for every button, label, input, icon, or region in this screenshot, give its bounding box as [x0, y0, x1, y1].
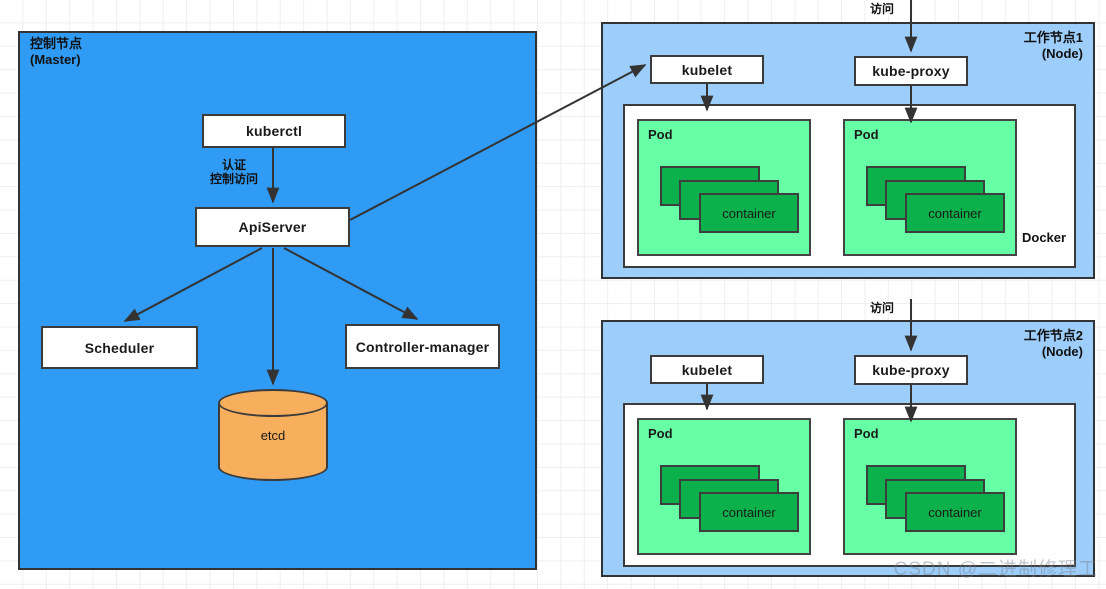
- node2-pod-1[interactable]: Pod container: [637, 418, 811, 555]
- node2-pod-2[interactable]: Pod container: [843, 418, 1017, 555]
- node2-pod-2-label: Pod: [854, 426, 879, 441]
- node1-pod-1[interactable]: Pod container: [637, 119, 811, 256]
- node2-kube-proxy-box[interactable]: kube-proxy: [854, 355, 968, 385]
- master-region-label: 控制节点 (Master): [30, 36, 83, 68]
- master-region: [18, 31, 537, 570]
- node2-pod-2-container-front[interactable]: container: [905, 492, 1005, 532]
- node1-access-label: 访问: [869, 2, 894, 16]
- node1-pod-2[interactable]: Pod container: [843, 119, 1017, 256]
- scheduler-box[interactable]: Scheduler: [41, 326, 198, 369]
- worker-node-1-label: 工作节点1 (Node): [1023, 30, 1083, 62]
- kuberctl-box[interactable]: kuberctl: [202, 114, 346, 148]
- node2-pod-1-container-front[interactable]: container: [699, 492, 799, 532]
- etcd-cylinder[interactable]: etcd: [218, 389, 328, 481]
- node1-pod-2-label: Pod: [854, 127, 879, 142]
- watermark: CSDN @二进制修理工: [893, 559, 1098, 580]
- node1-pod-2-container-front[interactable]: container: [905, 193, 1005, 233]
- apiserver-box[interactable]: ApiServer: [195, 207, 350, 247]
- node2-access-label: 访问: [869, 301, 894, 315]
- auth-access-edge-label: 认证 控制访问: [209, 158, 258, 187]
- controller-manager-box[interactable]: Controller-manager: [345, 324, 500, 369]
- node1-pod-1-container-front[interactable]: container: [699, 193, 799, 233]
- node1-docker-label: Docker: [1022, 230, 1067, 245]
- node1-kubelet-box[interactable]: kubelet: [650, 55, 764, 84]
- node2-pod-1-label: Pod: [648, 426, 673, 441]
- worker-node-2-label: 工作节点2 (Node): [1023, 328, 1083, 360]
- node1-kube-proxy-box[interactable]: kube-proxy: [854, 56, 968, 86]
- diagram-canvas: 控制节点 (Master) kuberctl ApiServer 认证 控制访问…: [0, 0, 1106, 589]
- etcd-label: etcd: [260, 427, 286, 443]
- node1-pod-1-label: Pod: [648, 127, 673, 142]
- node2-kubelet-box[interactable]: kubelet: [650, 355, 764, 384]
